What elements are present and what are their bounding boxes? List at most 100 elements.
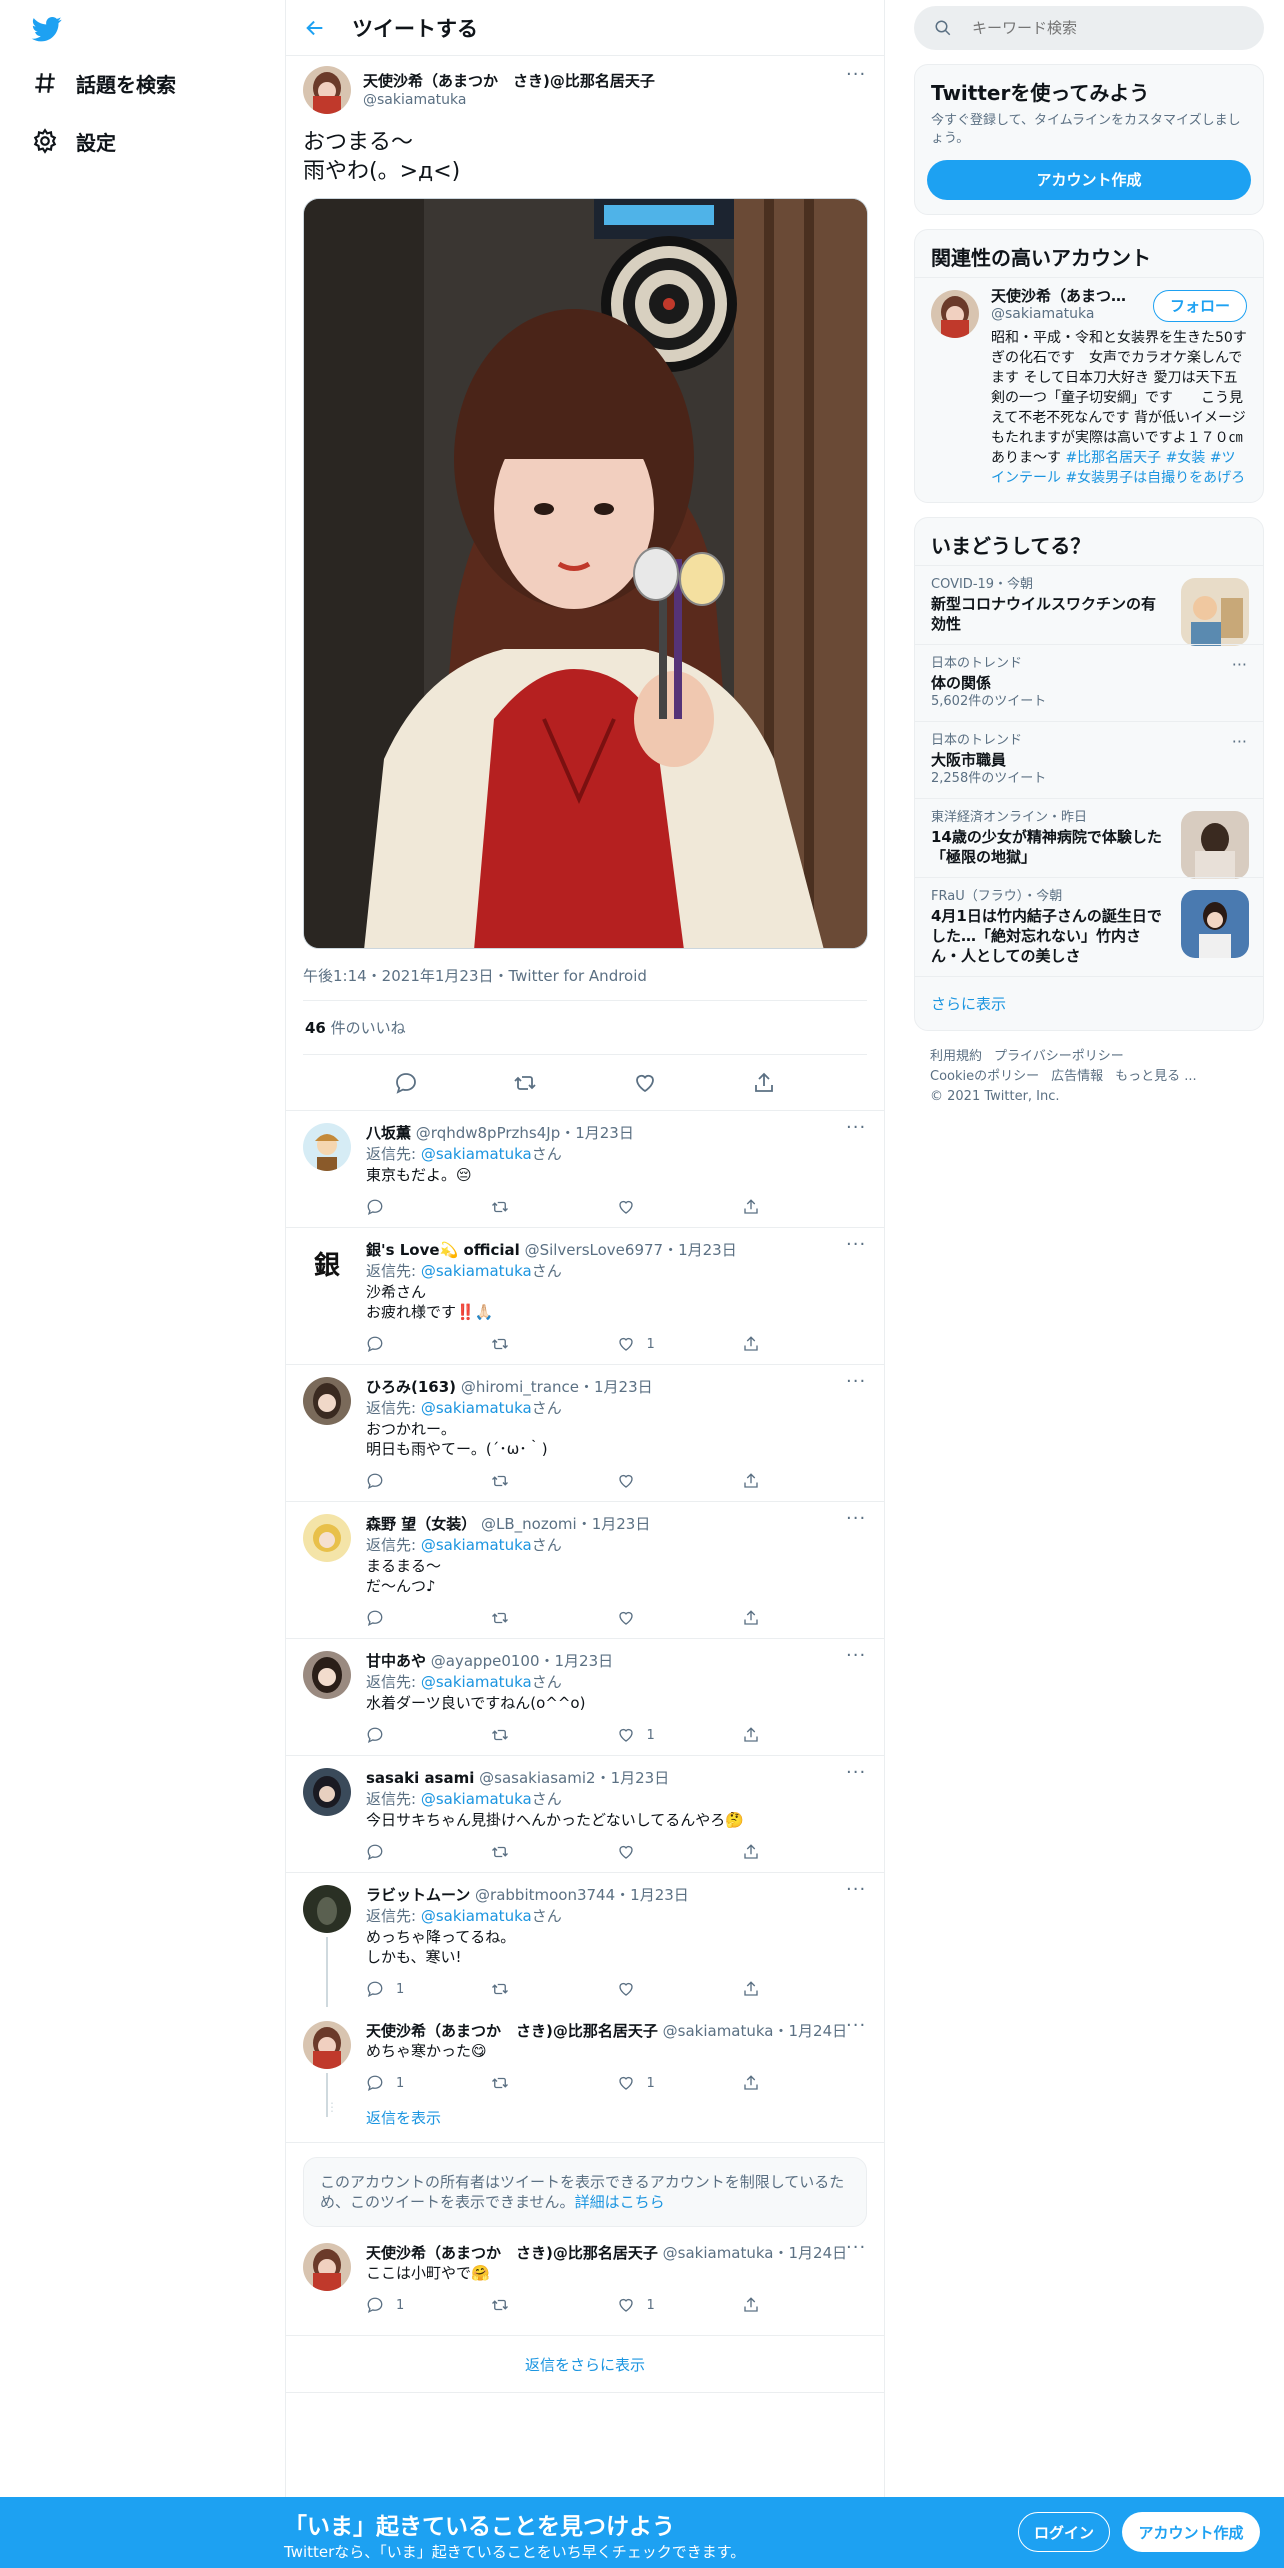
related-account-name[interactable]: 天使沙希（あまつか さき)@比那名居天子 [991,286,1141,306]
reply-to-mention[interactable]: @sakiamatuka [421,1399,532,1417]
login-button[interactable]: ログイン [1018,2512,1110,2552]
retweet-button[interactable] [491,1980,616,1998]
nav-explore[interactable]: 話題を検索 [32,63,176,103]
avatar[interactable] [303,2243,351,2291]
avatar[interactable] [303,1377,351,1425]
retweet-button[interactable] [491,1609,616,1627]
reply-tweet[interactable]: 銀 ··· 銀's Love💫 official @SilversLove697… [286,1228,884,1365]
reply-date[interactable]: ・1月23日 [579,1378,653,1396]
avatar[interactable]: 銀 [303,1240,351,1288]
like-button[interactable] [617,1472,742,1490]
share-button[interactable] [742,1980,867,1998]
reply-tweet[interactable]: ··· sasaki asami @sasakiasami2・1月23日 返信先… [286,1756,884,1873]
more-options-icon[interactable]: ··· [846,1510,866,1534]
share-button[interactable] [742,1335,867,1353]
reply-button[interactable] [366,1335,491,1353]
reply-author-handle[interactable]: @sasakiasami2 [479,1769,595,1787]
learn-more-link[interactable]: 詳細はこちら [575,2193,665,2211]
avatar[interactable] [303,2021,351,2069]
author-handle[interactable]: @sakiamatuka [363,91,655,109]
author-name[interactable]: 天使沙希（あまつか さき)@比那名居天子 [363,71,655,91]
reply-author-name[interactable]: ラビットムーン [366,1886,470,1904]
share-button[interactable] [742,2296,867,2314]
reply-tweet[interactable]: ··· ひろみ(163) @hiromi_trance・1月23日 返信先: @… [286,1365,884,1502]
reply-button[interactable]: 1 [366,1980,491,1998]
share-icon[interactable] [752,1071,776,1095]
trend-item[interactable]: 日本のトレンド 大阪市職員 2,258件のツイート ··· [915,721,1263,798]
retweet-button[interactable] [491,1198,616,1216]
retweet-button[interactable] [491,1472,616,1490]
reply-button[interactable]: 1 [366,2296,491,2314]
trend-item[interactable]: 日本のトレンド 体の関係 5,602件のツイート ··· [915,644,1263,721]
retweet-button[interactable] [491,1335,616,1353]
reply-button[interactable] [366,1726,491,1744]
reply-author-name[interactable]: 八坂薫 [366,1124,411,1142]
create-account-button[interactable]: アカウント作成 [927,160,1251,200]
reply-date[interactable]: ・1月23日 [540,1652,614,1670]
share-button[interactable] [742,1609,867,1627]
reply-author-handle[interactable]: @LB_nozomi [481,1515,577,1533]
reply-author-handle[interactable]: @SilversLove6977 [525,1241,664,1259]
reply-date[interactable]: ・1月23日 [615,1886,689,1904]
avatar[interactable] [303,1768,351,1816]
reply-tweet[interactable]: ··· 甘中あや @ayappe0100・1月23日 返信先: @sakiama… [286,1639,884,1756]
reply-author-name[interactable]: ひろみ(163) [366,1378,456,1396]
reply-tweet[interactable]: ··· ラビットムーン @rabbitmoon3744・1月23日 返信先: @… [286,1873,884,2009]
footer-link[interactable]: 広告情報 [1051,1069,1103,1084]
avatar[interactable] [303,1514,351,1562]
reply-date[interactable]: ・1月24日 [774,2244,848,2262]
footer-link[interactable]: プライバシーポリシー [994,1049,1124,1064]
footer-link[interactable]: 利用規約 [930,1049,982,1064]
reply-to-mention[interactable]: @sakiamatuka [421,1790,532,1808]
retweet-button[interactable] [491,1843,616,1861]
reply-author-name[interactable]: 天使沙希（あまつか さき)@比那名居天子 [366,2244,658,2262]
more-options-icon[interactable]: ··· [846,2239,866,2263]
more-options-icon[interactable]: ··· [846,66,866,90]
reply-to-mention[interactable]: @sakiamatuka [421,1673,532,1691]
tweet-photo[interactable] [303,198,868,949]
reply-author-handle[interactable]: @hiromi_trance [461,1378,579,1396]
reply-button[interactable] [366,1472,491,1490]
retweet-button[interactable] [491,1726,616,1744]
search-input[interactable] [972,19,1232,37]
share-button[interactable] [742,1198,867,1216]
reply-author-name[interactable]: 天使沙希（あまつか さき)@比那名居天子 [366,2022,658,2040]
share-button[interactable] [742,2074,867,2092]
avatar[interactable] [931,290,979,338]
trend-item[interactable]: COVID-19・今朝 新型コロナウイルスワクチンの有効性 [915,565,1263,646]
reply-date[interactable]: ・1月23日 [577,1515,651,1533]
footer-link[interactable]: もっと見る ... [1115,1069,1197,1084]
share-button[interactable] [742,1843,867,1861]
more-options-icon[interactable]: ··· [846,1647,866,1671]
trend-item[interactable]: FRaU（フラウ）・今朝 4月1日は竹内結子さんの誕生日でした…「絶対忘れない」… [915,877,1263,976]
retweet-button[interactable] [491,2074,616,2092]
reply-button[interactable] [366,1198,491,1216]
follow-button[interactable]: フォロー [1152,290,1247,322]
reply-author-handle[interactable]: @sakiamatuka [663,2022,774,2040]
avatar[interactable] [303,66,351,114]
reply-to-mention[interactable]: @sakiamatuka [421,1145,532,1163]
reply-button[interactable]: 1 [366,2074,491,2092]
nav-settings[interactable]: 設定 [32,121,116,161]
reply-icon[interactable] [394,1071,418,1095]
more-options-icon[interactable]: ··· [846,1373,866,1397]
reply-to-mention[interactable]: @sakiamatuka [421,1262,532,1280]
reply-tweet[interactable]: ··· 天使沙希（あまつか さき)@比那名居天子 @sakiamatuka・1月… [286,2009,884,2117]
signup-button[interactable]: アカウント作成 [1122,2512,1260,2552]
reply-author-name[interactable]: 甘中あや [366,1652,426,1670]
reply-author-handle[interactable]: @sakiamatuka [663,2244,774,2262]
like-button[interactable]: 1 [617,2074,742,2092]
retweet-icon[interactable] [513,1071,537,1095]
twitter-bird-icon[interactable] [30,14,64,48]
footer-link[interactable]: Cookieのポリシー [930,1069,1039,1084]
like-button[interactable]: 1 [617,2296,742,2314]
like-button[interactable] [617,1843,742,1861]
avatar[interactable] [303,1123,351,1171]
tweet-timestamp[interactable]: 午後1:14・2021年1月23日・Twitter for Android [303,949,867,1001]
share-button[interactable] [742,1472,867,1490]
trend-item[interactable]: 東洋経済オンライン・昨日 14歳の少女が精神病院で体験した「極限の地獄」 [915,798,1263,879]
more-options-icon[interactable]: ··· [846,1236,866,1260]
related-account[interactable]: 天使沙希（あまつか さき)@比那名居天子 @sakiamatuka フォロー 昭… [915,277,1263,502]
reply-date[interactable]: ・1月23日 [560,1124,634,1142]
reply-to-mention[interactable]: @sakiamatuka [421,1536,532,1554]
